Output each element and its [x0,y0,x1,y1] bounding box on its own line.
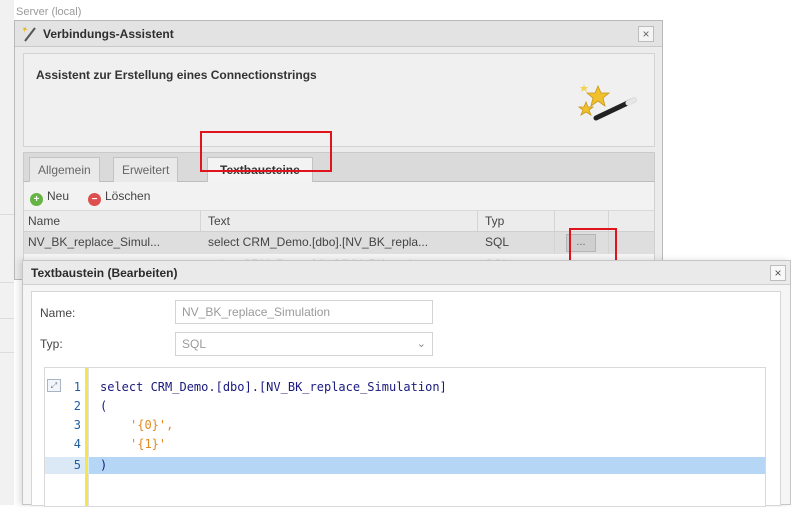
background-left-strip [0,0,14,505]
dialog-body: Name: NV_BK_replace_Simulation Typ: SQL … [31,291,781,507]
line-number: 5 [73,458,81,472]
background-divider [0,214,14,215]
wizard-heading: Assistent zur Erstellung eines Connectio… [36,68,317,82]
dialog-title-bar[interactable]: Textbaustein (Bearbeiten) × [23,261,790,285]
tab-textbausteine[interactable]: Textbausteine [207,157,313,183]
chevron-down-icon: ⌄ [416,338,426,350]
new-button[interactable]: + Neu [30,189,69,206]
code-string: '{1}' [130,437,167,451]
code-line: ) [100,458,108,472]
line-number: 2 [73,399,81,413]
line-number: 4 [73,437,81,451]
wizard-wand-icon [22,26,36,42]
cell-typ: SQL [485,235,510,249]
column-separator [554,211,555,231]
active-line-highlight [89,457,765,474]
cell-name: NV_BK_replace_Simul... [28,235,161,249]
background-divider [0,352,14,353]
wizard-title-bar[interactable]: Verbindungs-Assistent × [15,21,662,47]
wizard-header-panel: Assistent zur Erstellung eines Connectio… [23,53,655,147]
dialog-close-button[interactable]: × [770,265,786,281]
name-field[interactable]: NV_BK_replace_Simulation [175,300,433,324]
wizard-tab-bar: Allgemein Erweitert Textbausteine [23,152,655,183]
grid-header: Name Text Typ [23,210,655,232]
code-line: ( [100,399,108,413]
typ-select[interactable]: SQL ⌄ [175,332,433,356]
tab-erweitert[interactable]: Erweitert [113,157,179,183]
connection-wizard-window: Verbindungs-Assistent × Assistent zur Er… [14,20,663,280]
code-line: '{0}', [130,418,173,432]
wizard-title: Verbindungs-Assistent [43,27,174,41]
line-number: 1 [73,380,81,394]
edit-ellipsis-button[interactable]: ... [566,234,596,252]
fullscreen-icon[interactable]: ⤢ [47,379,61,392]
remove-icon: − [88,193,101,206]
code-string: '{0}', [130,418,174,432]
cell-text: select CRM_Demo.[dbo].[NV_BK_repla... [208,235,429,249]
new-button-label: Neu [47,189,70,203]
code-line: '{1}' [130,437,166,451]
text-module-edit-dialog: Textbaustein (Bearbeiten) × Name: NV_BK_… [22,260,791,507]
column-separator [200,211,201,231]
add-icon: + [30,193,43,206]
grid-toolbar: + Neu − Löschen [23,182,655,210]
name-label: Name: [40,306,76,320]
table-row[interactable]: NV_BK_replace_Simul... select CRM_Demo.[… [23,232,655,254]
typ-label: Typ: [40,337,63,351]
column-header-name[interactable]: Name [24,211,200,231]
column-separator [608,232,609,254]
line-number: 3 [73,418,81,432]
background-fragment: Server (local) [16,6,82,18]
background-divider [0,318,14,319]
tab-allgemein[interactable]: Allgemein [29,157,100,183]
wizard-close-button[interactable]: × [638,26,654,42]
gutter-marker [85,368,88,506]
column-separator [608,211,609,231]
typ-select-value: SQL [182,337,207,351]
code-editor[interactable]: ⤢ 1 2 3 4 5 select CRM_Demo.[dbo].[NV_BK… [44,367,766,507]
dialog-title: Textbaustein (Bearbeiten) [31,266,178,280]
column-separator [554,232,555,254]
column-separator [477,211,478,231]
code-line: select CRM_Demo.[dbo].[NV_BK_replace_Sim… [100,380,447,394]
background-divider [0,282,14,283]
column-header-text[interactable]: Text [204,211,477,231]
magic-wand-icon [577,84,637,121]
delete-button-label: Löschen [105,189,151,203]
delete-button[interactable]: − Löschen [88,189,150,206]
column-header-typ[interactable]: Typ [481,211,553,231]
